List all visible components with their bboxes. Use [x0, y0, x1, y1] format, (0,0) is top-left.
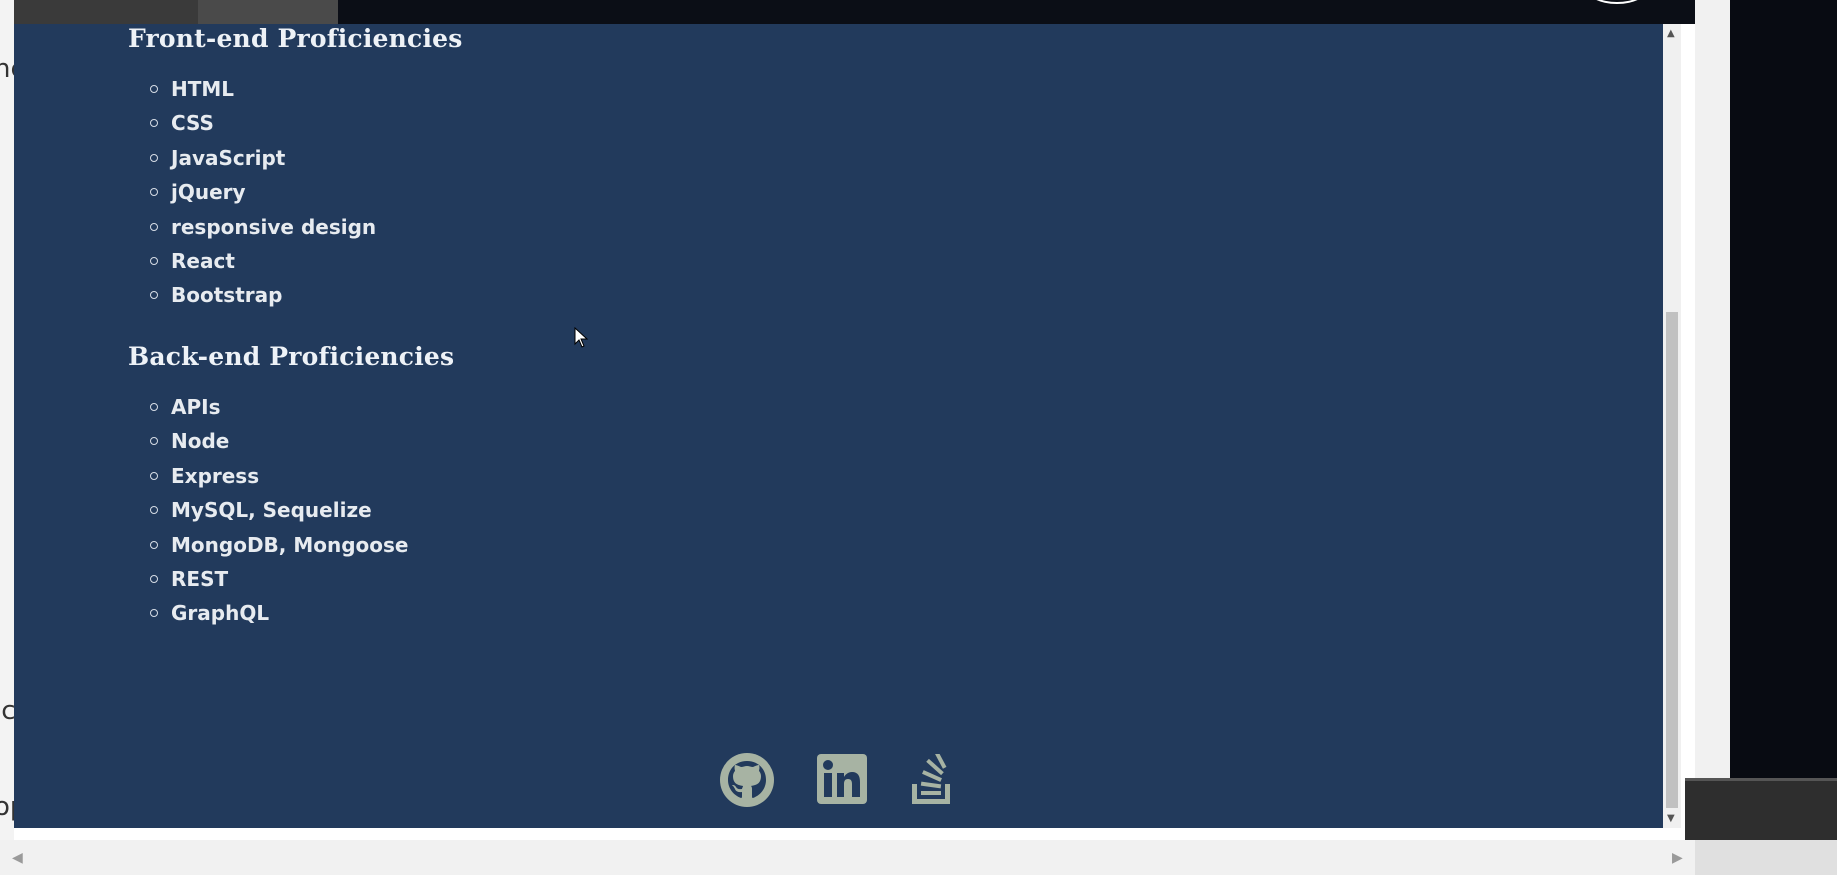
background-dark-header [338, 0, 1695, 24]
bullet-icon [150, 437, 158, 446]
bullet-icon [150, 153, 158, 162]
bullet-icon [150, 188, 158, 197]
mouse-cursor-icon [574, 327, 589, 348]
proficiencies-modal: Front-end Proficiencies HTML CSS JavaScr… [14, 24, 1681, 828]
back-end-list: APIs Node Express MySQL, Sequelize Mongo… [128, 390, 409, 631]
list-item: MySQL, Sequelize [128, 493, 409, 527]
bullet-icon [150, 85, 158, 93]
front-end-heading: Front-end Proficiencies [128, 24, 463, 53]
bullet-icon [150, 119, 158, 128]
list-item: React [128, 244, 376, 278]
background-right-band [1685, 778, 1837, 843]
background-panel-column [198, 0, 338, 24]
scroll-right-arrow-icon[interactable]: ▶ [1672, 850, 1683, 866]
list-item: jQuery [128, 175, 376, 209]
background-right-scroll-strip: ▼ [1695, 0, 1730, 840]
linkedin-icon[interactable] [817, 754, 867, 808]
list-item: MongoDB, Mongoose [128, 528, 409, 562]
list-item: REST [128, 562, 409, 596]
list-item: GraphQL [128, 596, 409, 630]
bullet-icon [150, 471, 158, 480]
horizontal-scrollbar[interactable]: ◀ ▶ [0, 840, 1695, 875]
list-item: JavaScript [128, 141, 376, 175]
list-item: Bootstrap [128, 278, 376, 312]
bullet-icon [150, 574, 158, 583]
list-item: HTML [128, 72, 376, 106]
stackoverflow-icon[interactable] [909, 749, 955, 810]
list-item: responsive design [128, 210, 376, 244]
modal-scrollbar[interactable]: ▲ ▼ [1663, 24, 1681, 828]
bullet-icon [150, 403, 158, 411]
scroll-left-arrow-icon[interactable]: ◀ [12, 850, 23, 866]
bullet-icon [150, 609, 158, 618]
bullet-icon [150, 506, 158, 515]
scrollbar-corner [1695, 840, 1837, 875]
modal-scrollbar-thumb[interactable] [1666, 312, 1678, 808]
bullet-icon [150, 540, 158, 549]
background-dark-right [1730, 0, 1837, 778]
bullet-icon [150, 291, 158, 300]
bullet-icon [150, 222, 158, 231]
github-icon[interactable] [719, 752, 775, 812]
front-end-list: HTML CSS JavaScript jQuery responsive de… [128, 72, 376, 313]
scroll-down-arrow-icon[interactable]: ▼ [1667, 813, 1675, 824]
list-item: Node [128, 424, 409, 458]
scroll-up-arrow-icon[interactable]: ▲ [1667, 28, 1675, 39]
background-left-page: ne ic op [0, 0, 26, 840]
list-item: APIs [128, 390, 409, 424]
list-item: CSS [128, 106, 376, 140]
back-end-heading: Back-end Proficiencies [128, 342, 455, 371]
list-item: Express [128, 459, 409, 493]
bullet-icon [150, 256, 158, 265]
